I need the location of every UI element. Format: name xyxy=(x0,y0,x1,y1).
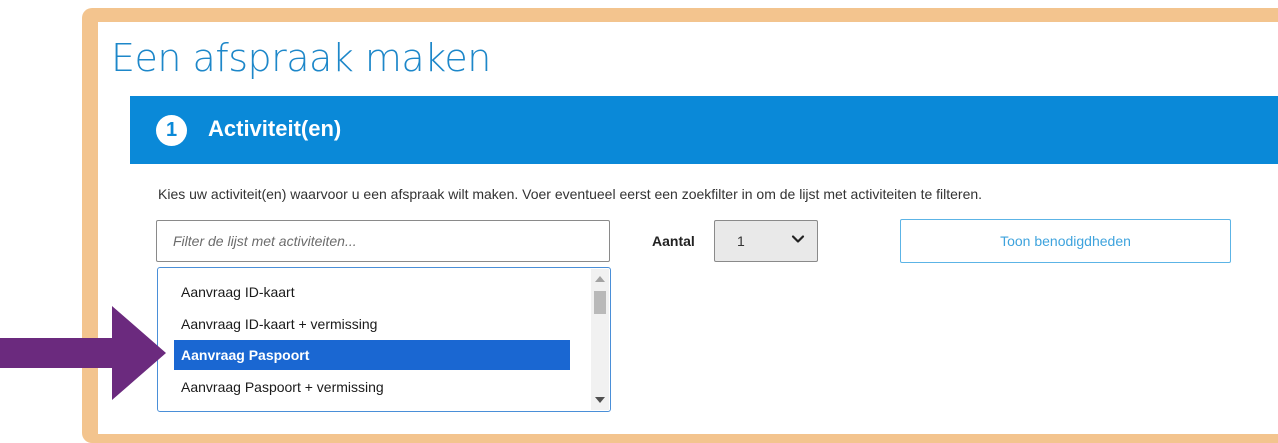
count-label: Aantal xyxy=(652,233,695,249)
show-requirements-button[interactable]: Toon benodigdheden xyxy=(900,219,1231,263)
list-item-aanvraag-paspoort-vermissing[interactable]: Aanvraag Paspoort + vermissing xyxy=(174,372,570,402)
instructions-text: Kies uw activiteit(en) waarvoor u een af… xyxy=(158,186,983,202)
scroll-down-arrow-icon[interactable] xyxy=(595,397,605,403)
list-item-aanvraag-id-kaart-vermissing[interactable]: Aanvraag ID-kaart + vermissing xyxy=(174,309,570,339)
step-title: Activiteit(en) xyxy=(208,116,342,141)
list-item-aanvraag-id-kaart[interactable]: Aanvraag ID-kaart xyxy=(174,277,570,307)
list-item-aanvraag-paspoort-selected[interactable]: Aanvraag Paspoort xyxy=(174,340,570,370)
chevron-down-icon xyxy=(791,235,805,243)
scroll-up-arrow-icon[interactable] xyxy=(595,276,605,282)
activity-listbox[interactable]: Aanvraag ID-kaart Aanvraag ID-kaart + ve… xyxy=(157,267,611,412)
listbox-scrollbar[interactable] xyxy=(591,269,609,410)
arrow-right-icon xyxy=(0,306,166,400)
count-select[interactable]: 1 xyxy=(714,220,818,262)
step-number-badge: 1 xyxy=(156,115,187,146)
step-header: 1 Activiteit(en) xyxy=(130,96,1278,164)
scroll-thumb[interactable] xyxy=(594,291,606,314)
activity-filter-input[interactable] xyxy=(156,220,610,262)
count-selected-value: 1 xyxy=(737,233,745,249)
page-title: Een afspraak maken xyxy=(111,36,491,80)
